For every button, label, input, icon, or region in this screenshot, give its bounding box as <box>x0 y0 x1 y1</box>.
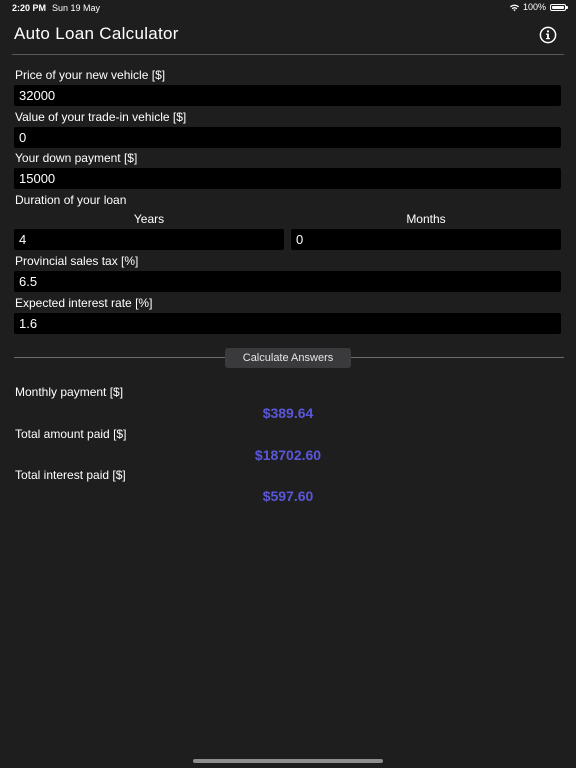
battery-icon <box>550 3 568 11</box>
monthly-payment-label: Monthly payment [$] <box>15 385 124 399</box>
down-payment-label: Your down payment [$] <box>15 151 138 165</box>
duration-label: Duration of your loan <box>15 193 127 207</box>
sales-tax-input[interactable] <box>14 271 561 292</box>
page-title: Auto Loan Calculator <box>14 24 179 43</box>
years-input[interactable] <box>14 229 284 250</box>
battery-fill <box>552 5 564 9</box>
months-header: Months <box>406 212 446 226</box>
calculate-divider-right <box>351 357 564 358</box>
total-interest-label: Total interest paid [$] <box>15 468 126 482</box>
sales-tax-label: Provincial sales tax [%] <box>15 254 139 268</box>
price-input[interactable] <box>14 85 561 106</box>
interest-rate-label: Expected interest rate [%] <box>15 296 153 310</box>
status-indicators: 100% <box>509 2 568 12</box>
total-paid-label: Total amount paid [$] <box>15 427 127 441</box>
trade-in-input[interactable] <box>14 127 561 148</box>
status-bar: 2:20 PM Sun 19 May 100% <box>0 0 576 16</box>
trade-in-label: Value of your trade-in vehicle [$] <box>15 110 187 124</box>
nav-divider <box>12 54 564 55</box>
down-payment-input[interactable] <box>14 168 561 189</box>
battery-percentage: 100% <box>522 2 546 12</box>
total-paid-value: $18702.60 <box>254 447 322 463</box>
total-interest-value: $597.60 <box>262 488 314 504</box>
home-indicator[interactable] <box>193 759 383 763</box>
status-time: 2:20 PM <box>12 3 47 13</box>
status-date: Sun 19 May <box>52 3 101 13</box>
info-circle-icon[interactable] <box>539 26 557 44</box>
price-label: Price of your new vehicle [$] <box>15 68 166 82</box>
calculate-divider-left <box>14 357 225 358</box>
wifi-icon <box>509 4 519 11</box>
calculate-answers-button[interactable]: Calculate Answers <box>225 348 351 368</box>
monthly-payment-value: $389.64 <box>262 405 314 421</box>
interest-rate-input[interactable] <box>14 313 561 334</box>
years-header: Years <box>133 212 165 226</box>
months-input[interactable] <box>291 229 561 250</box>
